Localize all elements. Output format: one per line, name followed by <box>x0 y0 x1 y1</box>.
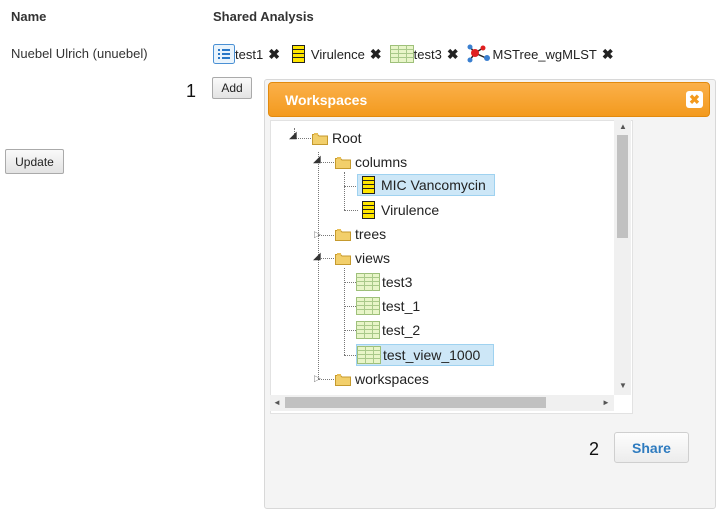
column-icon <box>292 45 305 63</box>
scroll-left-icon[interactable]: ◄ <box>273 398 281 407</box>
tree-node-label: views <box>355 250 391 266</box>
scroll-right-icon[interactable]: ► <box>602 398 610 407</box>
tree-network-icon <box>467 44 490 63</box>
tree-node-virulence[interactable]: Virulence <box>357 199 442 221</box>
remove-icon[interactable]: ✖ <box>447 46 459 63</box>
vertical-scroll-thumb[interactable] <box>617 135 628 238</box>
dialog-titlebar: Workspaces ✖ <box>268 82 710 117</box>
collapsed-toggle-icon[interactable]: ▷ <box>314 373 321 384</box>
shared-item-label: Virulence <box>310 46 365 62</box>
tree-node-trees[interactable]: trees <box>335 223 389 245</box>
tree-node-test-2[interactable]: test_2 <box>356 319 423 341</box>
add-button[interactable]: Add <box>212 77 252 99</box>
shared-item-label: test3 <box>413 46 442 62</box>
view-grid-icon <box>390 45 414 63</box>
shared-item-test1: test1 ✖ <box>213 44 280 64</box>
tree-node-root[interactable]: Root <box>312 127 365 149</box>
shared-item-virulence: Virulence ✖ <box>292 45 382 63</box>
shared-item-mstree: MSTree_wgMLST ✖ <box>467 44 614 64</box>
folder-icon <box>335 373 351 386</box>
tree-node-test3[interactable]: test3 <box>356 271 415 293</box>
tree-node-label: columns <box>355 154 408 170</box>
view-grid-icon <box>356 273 380 291</box>
horizontal-scroll-thumb[interactable] <box>285 397 546 408</box>
column-header-shared-analysis: Shared Analysis <box>213 9 314 24</box>
tree-node-workspaces[interactable]: workspaces <box>335 368 432 390</box>
folder-icon <box>335 252 351 265</box>
shared-analysis-list: test1 ✖ Virulence ✖ test3 ✖ MSTree_wgMLS… <box>213 44 620 64</box>
expanded-toggle-icon[interactable]: ◢ <box>313 154 321 165</box>
view-grid-icon <box>356 321 380 339</box>
column-header-name: Name <box>11 9 47 24</box>
expanded-toggle-icon[interactable]: ◢ <box>289 130 297 141</box>
tree-node-label: test_view_1000 <box>383 347 481 363</box>
tree-node-label: Virulence <box>381 202 440 218</box>
annotation-1: 1 <box>186 81 197 101</box>
shared-item-label: MSTree_wgMLST <box>492 46 597 62</box>
shared-item-label: test1 <box>235 46 264 62</box>
tree-node-mic-vancomycin[interactable]: MIC Vancomycin <box>357 174 495 196</box>
share-button[interactable]: Share <box>614 432 689 463</box>
tree-node-label: workspaces <box>355 371 429 387</box>
remove-icon[interactable]: ✖ <box>602 46 614 63</box>
collapsed-toggle-icon[interactable]: ▷ <box>314 229 321 240</box>
scrollbar-corner <box>614 395 631 411</box>
folder-icon <box>335 156 351 169</box>
tree-node-label: trees <box>355 226 387 242</box>
remove-icon[interactable]: ✖ <box>370 46 382 63</box>
remove-icon[interactable]: ✖ <box>268 46 280 63</box>
update-button[interactable]: Update <box>5 149 64 174</box>
tree-node-views[interactable]: views <box>335 247 393 269</box>
column-icon <box>362 176 375 194</box>
tree-node-label: Root <box>332 130 362 146</box>
tree-node-test-view-1000[interactable]: test_view_1000 <box>356 344 494 366</box>
tree-node-label: test_1 <box>382 298 421 314</box>
workspace-tree <box>270 120 633 414</box>
tree-node-label: MIC Vancomycin <box>381 177 486 193</box>
user-name: Nuebel Ulrich (unuebel) <box>11 46 148 61</box>
close-icon[interactable]: ✖ <box>686 91 703 108</box>
list-icon <box>213 44 235 64</box>
tree-node-columns[interactable]: columns <box>335 151 410 173</box>
shared-item-test3: test3 ✖ <box>390 45 459 63</box>
tree-node-test-1[interactable]: test_1 <box>356 295 423 317</box>
folder-icon <box>335 228 351 241</box>
view-grid-icon <box>356 297 380 315</box>
folder-icon <box>312 132 328 145</box>
tree-node-label: test3 <box>382 274 413 290</box>
scroll-down-icon[interactable]: ▼ <box>619 381 627 390</box>
expanded-toggle-icon[interactable]: ◢ <box>313 251 321 262</box>
view-grid-icon <box>357 346 381 364</box>
tree-node-label: test_2 <box>382 322 421 338</box>
scroll-up-icon[interactable]: ▲ <box>619 122 627 131</box>
dialog-title: Workspaces <box>285 92 368 108</box>
annotation-2: 2 <box>589 439 600 459</box>
column-icon <box>362 201 375 219</box>
